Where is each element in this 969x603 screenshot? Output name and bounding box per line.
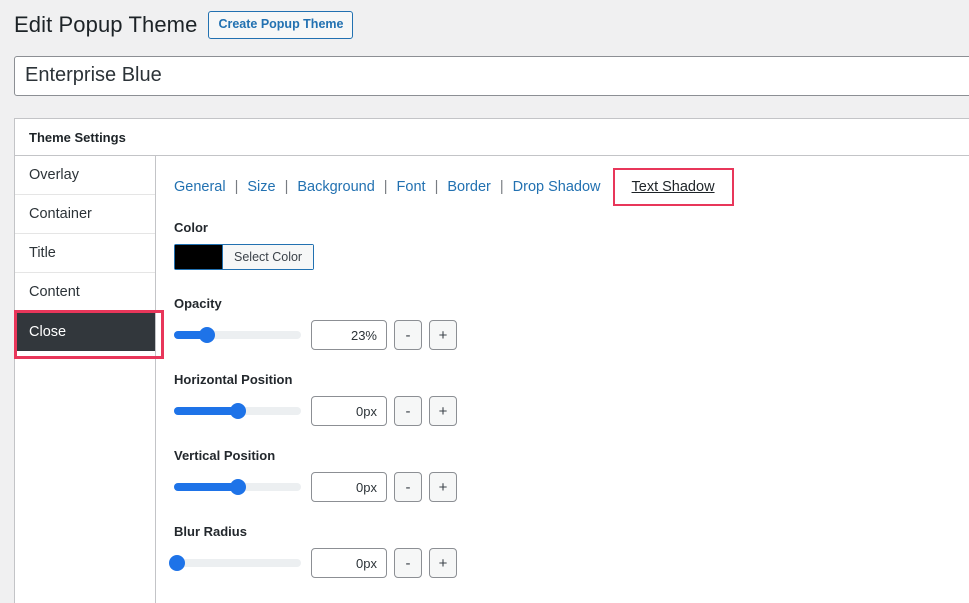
blur-radius-row: - +	[168, 548, 969, 578]
select-color-button[interactable]: Select Color	[223, 245, 314, 269]
sidebar-item-container[interactable]: Container	[15, 195, 155, 234]
settings-sidebar: Overlay Container Title Content Close	[14, 156, 164, 603]
field-blur-radius: Blur Radius - +	[168, 524, 969, 578]
field-horizontal-position: Horizontal Position - +	[174, 372, 969, 426]
field-label-horizontal-position: Horizontal Position	[174, 372, 293, 387]
horizontal-position-slider-fill	[174, 407, 238, 415]
field-label-color: Color	[174, 220, 208, 235]
create-popup-theme-button[interactable]: Create Popup Theme	[208, 10, 354, 40]
settings-tabs: General | Size | Background | Font | Bor…	[174, 168, 969, 206]
tab-font[interactable]: Font	[397, 179, 426, 195]
sidebar-item-label: Content	[29, 284, 80, 300]
vertical-position-increment-button[interactable]: +	[429, 472, 457, 502]
field-vertical-position: Vertical Position - +	[174, 448, 969, 502]
tab-separator: |	[234, 179, 239, 195]
opacity-slider-knob[interactable]	[199, 327, 216, 343]
vertical-position-input[interactable]	[311, 472, 387, 502]
opacity-slider[interactable]	[174, 327, 301, 343]
tab-separator: |	[434, 179, 439, 195]
tab-text-shadow-highlight: Text Shadow	[612, 168, 734, 206]
sidebar-item-label: Title	[29, 245, 56, 261]
tab-background[interactable]: Background	[297, 179, 374, 195]
horizontal-position-slider[interactable]	[174, 403, 301, 419]
blur-radius-slider[interactable]	[168, 555, 301, 571]
tab-size[interactable]: Size	[247, 179, 275, 195]
settings-content: General | Size | Background | Font | Bor…	[156, 156, 969, 603]
tab-separator: |	[499, 179, 504, 195]
panel-body: Overlay Container Title Content Close Ge…	[14, 156, 969, 603]
panel-header: Theme Settings	[15, 119, 969, 156]
blur-radius-input[interactable]	[311, 548, 387, 578]
theme-name-field-wrap	[14, 56, 969, 96]
sidebar-item-close[interactable]: Close	[14, 310, 164, 359]
vertical-position-slider-fill	[174, 483, 238, 491]
page-title: Edit Popup Theme	[14, 11, 198, 37]
blur-radius-decrement-button[interactable]: -	[394, 548, 422, 578]
field-label-opacity: Opacity	[174, 296, 222, 311]
theme-name-input[interactable]	[14, 56, 969, 96]
horizontal-position-decrement-button[interactable]: -	[394, 396, 422, 426]
opacity-increment-button[interactable]: +	[429, 320, 457, 350]
vertical-position-slider[interactable]	[174, 479, 301, 495]
field-color: Color Select Color	[174, 220, 969, 274]
horizontal-position-input[interactable]	[311, 396, 387, 426]
blur-radius-increment-button[interactable]: +	[429, 548, 457, 578]
color-picker[interactable]: Select Color	[174, 244, 315, 270]
horizontal-position-increment-button[interactable]: +	[429, 396, 457, 426]
tab-text-shadow[interactable]: Text Shadow	[632, 179, 715, 195]
page-header: Edit Popup Theme Create Popup Theme	[0, 0, 969, 50]
opacity-decrement-button[interactable]: -	[394, 320, 422, 350]
tab-separator: |	[284, 179, 289, 195]
theme-settings-panel: Theme Settings Overlay Container Title C…	[14, 118, 969, 603]
vertical-position-slider-knob[interactable]	[229, 479, 246, 495]
tab-general[interactable]: General	[174, 179, 226, 195]
vertical-position-row: - +	[174, 472, 969, 502]
panel-title: Theme Settings	[29, 129, 126, 145]
field-opacity: Opacity - +	[174, 296, 969, 350]
page-root: Edit Popup Theme Create Popup Theme Them…	[0, 0, 969, 603]
sidebar-item-label: Close	[29, 323, 67, 340]
sidebar-item-content[interactable]: Content	[15, 273, 155, 312]
sidebar-item-label: Overlay	[29, 167, 79, 183]
sidebar-item-title[interactable]: Title	[15, 234, 155, 273]
horizontal-position-slider-knob[interactable]	[229, 403, 246, 419]
field-label-vertical-position: Vertical Position	[174, 448, 276, 463]
opacity-input[interactable]	[311, 320, 387, 350]
blur-radius-slider-knob[interactable]	[168, 555, 185, 571]
sidebar-item-overlay[interactable]: Overlay	[15, 156, 155, 195]
tab-border[interactable]: Border	[447, 179, 491, 195]
opacity-row: - +	[174, 320, 969, 350]
tab-drop-shadow[interactable]: Drop Shadow	[513, 179, 601, 195]
color-swatch[interactable]	[175, 245, 223, 269]
sidebar-item-label: Container	[29, 206, 92, 222]
field-label-blur-radius: Blur Radius	[174, 524, 247, 539]
tab-separator: |	[383, 179, 388, 195]
horizontal-position-row: - +	[174, 396, 969, 426]
vertical-position-decrement-button[interactable]: -	[394, 472, 422, 502]
